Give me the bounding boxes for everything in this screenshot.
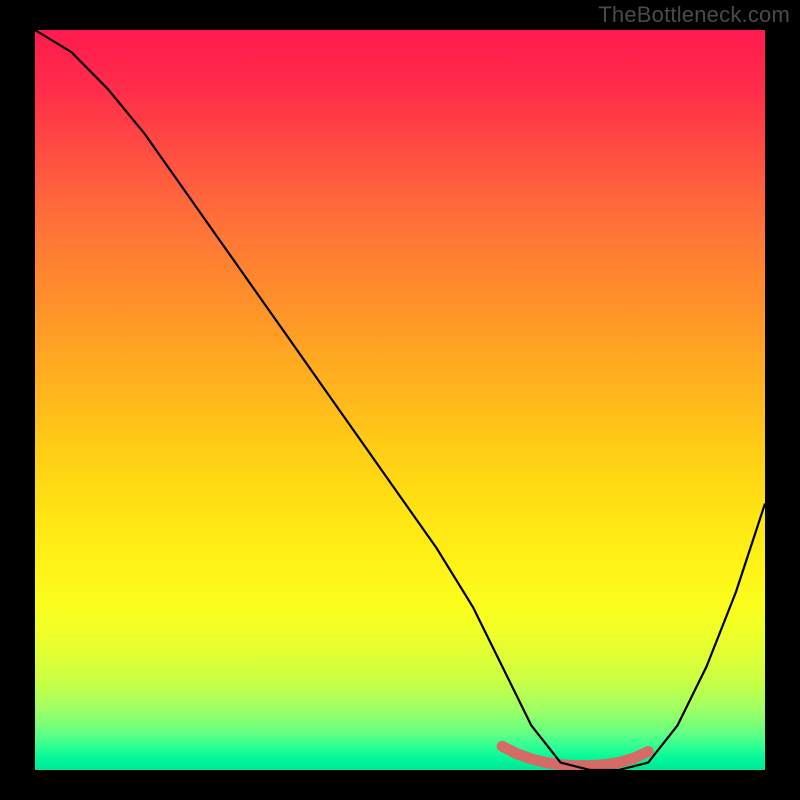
chart-frame: TheBottleneck.com — [0, 0, 800, 800]
plot-area — [35, 30, 765, 770]
highlight-band — [502, 746, 648, 765]
watermark-text: TheBottleneck.com — [598, 2, 790, 28]
chart-svg — [35, 30, 765, 770]
curve-line — [35, 30, 765, 770]
